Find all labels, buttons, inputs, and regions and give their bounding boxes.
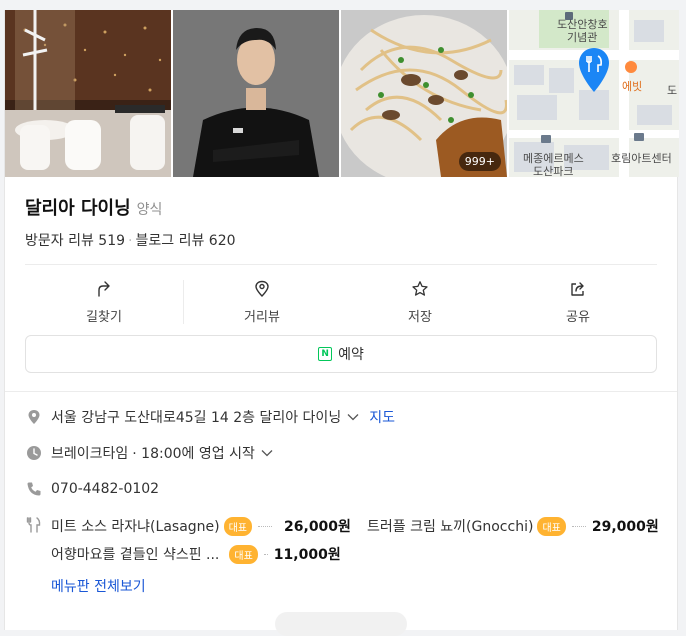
address-text: 서울 강남구 도산대로45길 14 2층 달리아 다이닝 [51, 410, 342, 426]
hours-row[interactable]: 브레이크타임 · 18:00에 영업 시작 [25, 443, 273, 463]
street-view-button[interactable]: 거리뷰 [183, 274, 341, 330]
chevron-down-icon[interactable] [347, 413, 359, 421]
visitor-review-count[interactable]: 방문자 리뷰 519 [25, 233, 125, 249]
menu-item[interactable]: 트러플 크림 뇨끼(Gnocchi) 대표 29,000원 [367, 516, 659, 536]
location-pin-icon [255, 280, 269, 297]
chef-photo[interactable] [173, 10, 339, 177]
price-leader [263, 553, 268, 555]
street-view-label: 거리뷰 [244, 309, 280, 325]
directions-icon [98, 280, 110, 297]
menu-item-price: 29,000원 [591, 519, 659, 535]
save-button[interactable]: 저장 [341, 274, 499, 330]
place-card: 999+ 도산안창호 기념관 에빗 메종에르메스 도산파크 호림아트센터 도 달… [4, 10, 679, 636]
map-label: 기념관 [567, 31, 598, 44]
menu-item[interactable]: 어향마요를 곁들인 샥스핀 ... 대표 11,000원 [51, 544, 341, 564]
menu-item-name: 미트 소스 라자냐(Lasagne) [51, 519, 220, 535]
reserve-label: 예약 [338, 347, 364, 363]
share-label: 공유 [566, 309, 590, 325]
phone-number[interactable]: 070-4482-0102 [51, 481, 159, 497]
map-link[interactable]: 지도 [369, 407, 395, 427]
map-thumbnail[interactable]: 도산안창호 기념관 에빗 메종에르메스 도산파크 호림아트센터 도 [509, 10, 679, 177]
action-bar: 길찾기 거리뷰 저장 공유 [25, 274, 657, 330]
star-icon [412, 280, 428, 296]
blog-review-count[interactable]: 블로그 리뷰 620 [135, 233, 235, 249]
directions-label: 길찾기 [86, 309, 122, 325]
photo-gallery: 999+ 도산안창호 기념관 에빗 메종에르메스 도산파크 호림아트센터 도 [5, 10, 679, 177]
hours-detail: · 18:00에 영업 시작 [132, 446, 255, 462]
chevron-down-icon[interactable] [261, 449, 273, 457]
cutlery-icon [25, 516, 43, 534]
map-label: 호림아트센터 [611, 152, 672, 165]
map-label: 도 [667, 84, 678, 97]
signature-badge: 대표 [223, 516, 253, 536]
dish-photo[interactable]: 999+ [341, 10, 507, 177]
phone-icon [25, 480, 43, 498]
place-category: 양식 [136, 202, 163, 218]
directions-button[interactable]: 길찾기 [25, 274, 183, 330]
menu-item-name: 어향마요를 곁들인 샥스핀 ... [51, 547, 220, 563]
view-full-menu-link[interactable]: 메뉴판 전체보기 [51, 576, 146, 596]
menu-item-name: 트러플 크림 뇨끼(Gnocchi) [367, 519, 534, 535]
photo-count-badge: 999+ [458, 152, 501, 171]
place-name: 달리아 다이닝 [25, 198, 131, 219]
reserve-button[interactable]: N 예약 [25, 335, 657, 373]
phone-row: 070-4482-0102 [25, 480, 159, 498]
clock-icon [25, 444, 43, 462]
place-title-row: 달리아 다이닝 양식 [25, 194, 162, 220]
signature-badge: 대표 [229, 544, 258, 564]
divider [25, 264, 657, 265]
review-summary: 방문자 리뷰 519 · 블로그 리뷰 620 [25, 230, 236, 250]
interior-photo[interactable] [5, 10, 171, 177]
location-marker-icon [25, 408, 43, 426]
hours-status: 브레이크타임 [51, 446, 129, 462]
map-label: 도산파크 [533, 165, 574, 177]
menu-item-price: 11,000원 [273, 547, 341, 563]
price-leader [258, 525, 273, 527]
save-label: 저장 [408, 309, 432, 325]
section-divider [5, 391, 677, 392]
share-icon [571, 281, 584, 296]
signature-badge: 대표 [537, 516, 566, 536]
menu-item[interactable]: 미트 소스 라자냐(Lasagne) 대표 26,000원 [51, 516, 351, 536]
address-row: 서울 강남구 도산대로45길 14 2층 달리아 다이닝 지도 [25, 407, 395, 427]
share-button[interactable]: 공유 [499, 274, 657, 330]
naver-booking-icon: N [318, 347, 333, 361]
map-label: 에빗 [622, 80, 643, 93]
review-separator: · [128, 233, 133, 249]
map-pin-icon [579, 48, 609, 92]
menu-item-price: 26,000원 [284, 519, 351, 535]
price-leader [571, 525, 586, 527]
more-button[interactable] [275, 612, 407, 636]
